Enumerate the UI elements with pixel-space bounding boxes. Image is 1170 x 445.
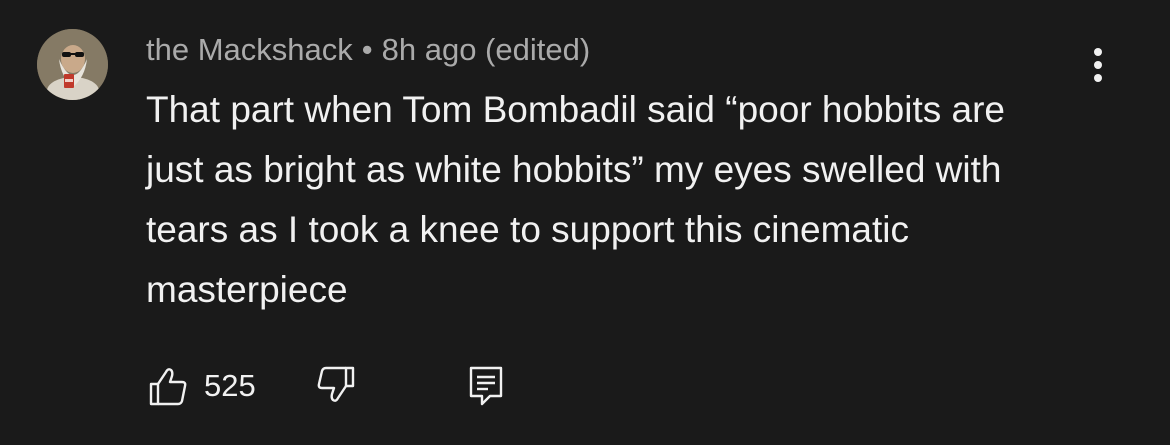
comment-thread: the Mackshack • 8h ago (edited) That part … [0,0,1170,445]
meta-separator: • [361,32,373,67]
comment-meta: the Mackshack • 8h ago (edited) [146,30,590,70]
thumbs-down-icon [317,366,355,402]
more-vertical-icon-dot [1094,61,1102,69]
avatar[interactable] [37,29,108,100]
comment-text: That part when Tom Bombadil said “poor h… [146,89,1006,310]
reply-comment-icon [469,366,503,406]
more-vertical-icon-dot [1094,74,1102,82]
avatar-image [37,29,108,100]
more-vertical-icon [1094,48,1102,56]
author-name[interactable]: the Mackshack [146,32,353,67]
more-options-button[interactable] [1082,44,1114,86]
thumbs-up-icon [149,368,187,406]
reply-button[interactable] [466,364,506,408]
dislike-button[interactable] [316,364,356,408]
like-count: 525 [204,368,256,403]
like-button[interactable] [148,364,188,408]
timestamp[interactable]: 8h ago (edited) [382,32,591,67]
